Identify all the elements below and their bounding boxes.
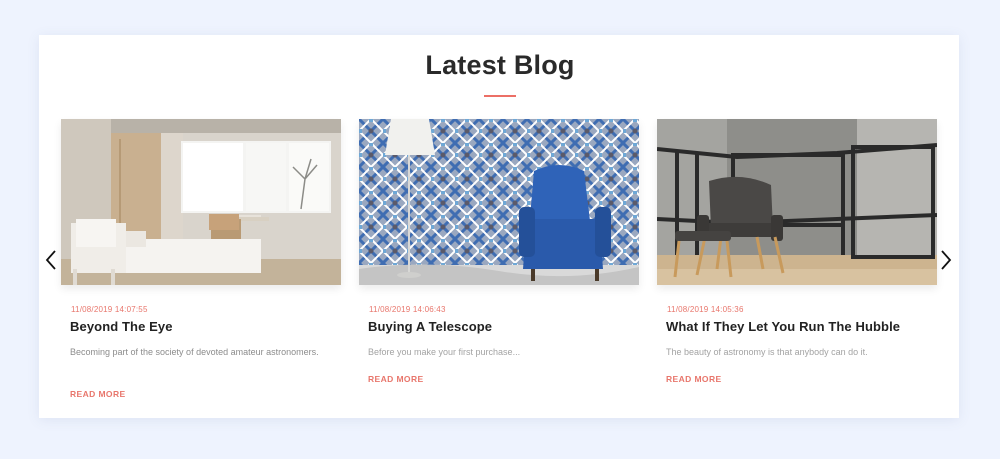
- section-title: Latest Blog: [425, 50, 575, 80]
- post-excerpt: The beauty of astronomy is that anybody …: [666, 347, 868, 357]
- post-excerpt: Before you make your first purchase...: [368, 347, 521, 357]
- read-more-link[interactable]: READ MORE: [70, 389, 126, 399]
- blog-post-card: 11/08/2019 14:05:36 What If They Let You…: [657, 119, 937, 384]
- post-image-bedroom[interactable]: [61, 119, 341, 285]
- post-title[interactable]: Buying A Telescope: [368, 319, 492, 334]
- blog-post-card: 11/08/2019 14:06:43 Buying A Telescope B…: [359, 119, 639, 384]
- read-more-link[interactable]: READ MORE: [666, 374, 722, 384]
- post-date: 11/08/2019 14:07:55: [71, 305, 148, 314]
- read-more-link[interactable]: READ MORE: [368, 374, 424, 384]
- post-image-grey-chair[interactable]: [657, 119, 937, 285]
- post-title[interactable]: Beyond The Eye: [70, 319, 173, 334]
- chevron-left-icon: [45, 250, 56, 270]
- post-date: 11/08/2019 14:05:36: [667, 305, 744, 314]
- post-title[interactable]: What If They Let You Run The Hubble: [666, 319, 900, 334]
- carousel-next-button[interactable]: [939, 248, 953, 272]
- blog-post-card: 11/08/2019 14:07:55 Beyond The Eye Becom…: [61, 119, 341, 399]
- post-date: 11/08/2019 14:06:43: [369, 305, 446, 314]
- post-image-armchair[interactable]: [359, 119, 639, 285]
- title-underline: [484, 95, 516, 97]
- post-excerpt: Becoming part of the society of devoted …: [70, 347, 319, 357]
- carousel-prev-button[interactable]: [44, 248, 58, 272]
- chevron-right-icon: [941, 250, 952, 270]
